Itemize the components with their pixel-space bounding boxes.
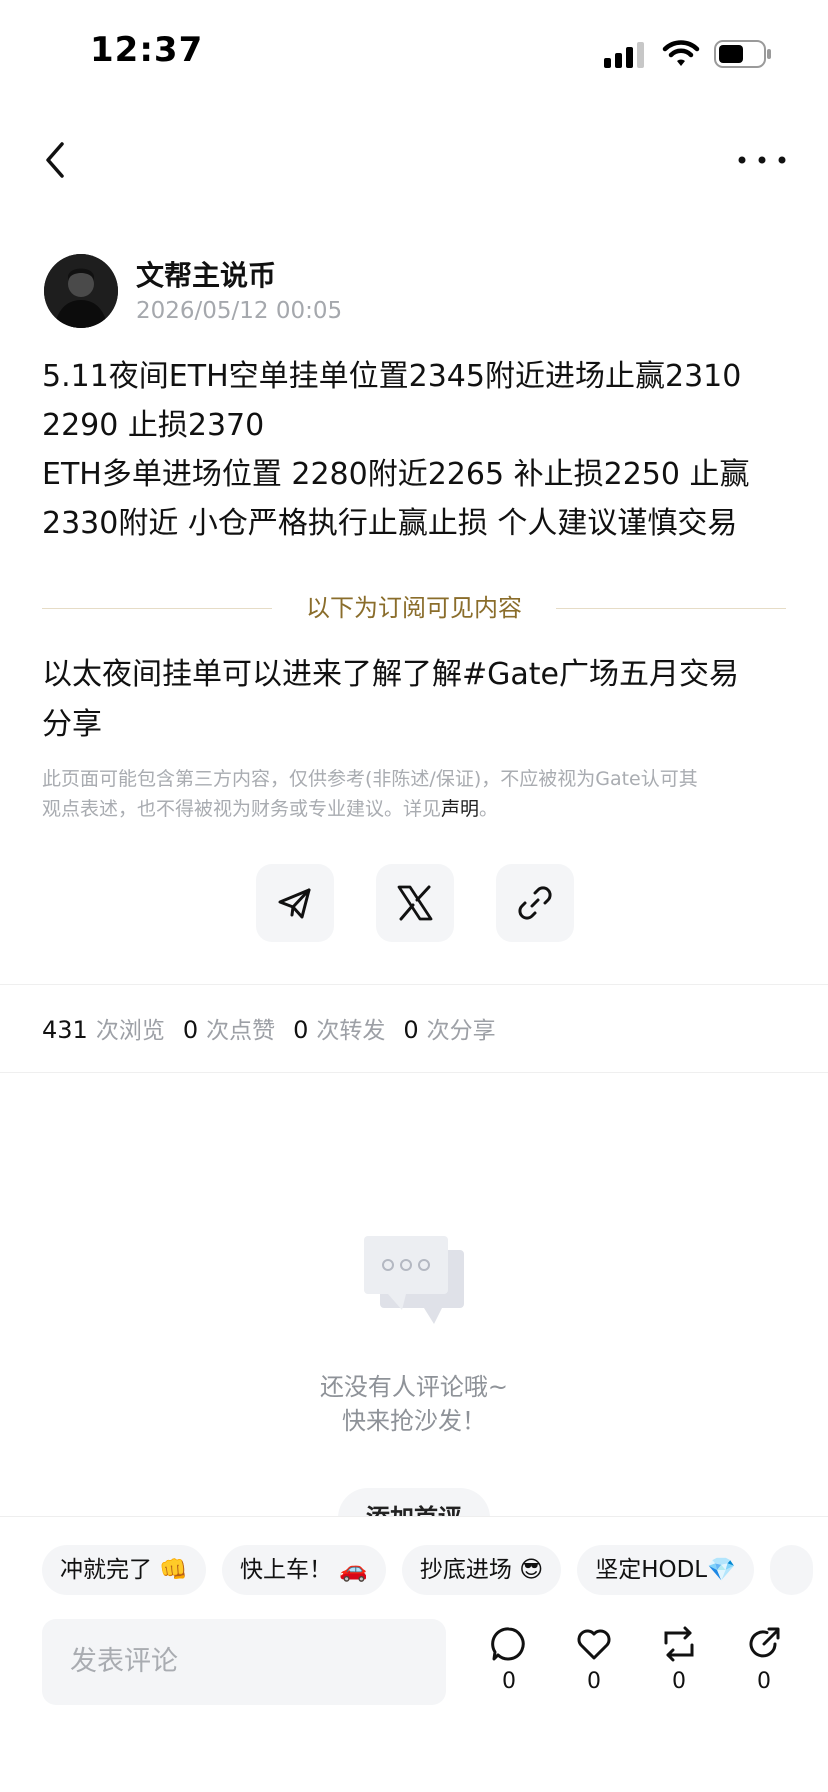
post-line: 2290 止损2370 [42, 408, 265, 443]
quick-reply-chip-more[interactable] [769, 1545, 814, 1595]
views-count: 431 [42, 1016, 88, 1044]
sub-content-line: 分享 [42, 707, 102, 742]
subscriber-content: 以太夜间挂单可以进来了解了解#Gate广场五月交易 分享 [42, 650, 792, 750]
share-count: 0 [757, 1669, 771, 1694]
empty-comments-line: 还没有人评论哦~ [319, 1373, 509, 1401]
author-name[interactable]: 文帮主说币 [136, 254, 276, 294]
avatar[interactable] [44, 254, 118, 328]
comment-action[interactable]: 0 [484, 1625, 534, 1705]
disclaimer: 此页面可能包含第三方内容，仅供参考(非陈述/保证)，不应被视为Gate认可其 观… [42, 764, 792, 824]
repost-icon [664, 1626, 694, 1662]
sub-content-line[interactable]: 以太夜间挂单可以进来了解了解#Gate广场五月交易 [42, 650, 792, 700]
heart-icon [577, 1629, 611, 1660]
x-icon [397, 885, 433, 921]
like-count: 0 [587, 1669, 601, 1694]
more-icon[interactable] [734, 136, 790, 184]
bottom-comment-bar: 冲就完了 👊 快上车！ 🚗 抄底进场 😎 坚定HODL💎 发表评论 0 0 0 0 [0, 1516, 828, 1792]
shares-count: 0 [403, 1016, 419, 1044]
quick-reply-chip[interactable]: 快上车！ 🚗 [221, 1545, 386, 1595]
share-row [256, 864, 574, 942]
likes-count: 0 [182, 1016, 199, 1044]
post-timestamp: 2026/05/12 00:05 [136, 298, 343, 324]
disclaimer-end: 。 [479, 798, 499, 820]
comment-input[interactable]: 发表评论 [42, 1619, 446, 1705]
copy-link-button[interactable] [496, 864, 574, 942]
quick-reply-chip[interactable]: 冲就完了 👊 [42, 1545, 206, 1595]
divider-line [556, 608, 786, 609]
like-action[interactable]: 0 [569, 1625, 619, 1705]
disclaimer-line: 此页面可能包含第三方内容，仅供参考(非陈述/保证)，不应被视为Gate认可其 [42, 768, 698, 790]
views-label: 次浏览 [95, 1018, 165, 1044]
avatar-image [44, 254, 118, 328]
share-action[interactable]: 0 [739, 1625, 789, 1705]
disclaimer-text: 观点表述，也不得被视为财务或专业建议。详见 [42, 798, 442, 820]
repost-count: 0 [672, 1669, 686, 1694]
status-time: 12:37 [90, 30, 204, 70]
comment-count: 0 [502, 1669, 516, 1694]
disclaimer-line-2: 观点表述，也不得被视为财务或专业建议。详见声明。 [42, 794, 792, 824]
back-icon[interactable] [36, 136, 76, 184]
reposts-label: 次转发 [316, 1018, 386, 1044]
quick-reply-chips: 冲就完了 👊 快上车！ 🚗 抄底进场 😎 坚定HODL💎 [42, 1545, 828, 1595]
quick-reply-chip[interactable]: 抄底进场 😎 [401, 1545, 562, 1595]
quick-reply-chip[interactable]: 坚定HODL💎 [577, 1545, 754, 1595]
battery-icon [714, 40, 771, 68]
repost-action[interactable]: 0 [654, 1625, 704, 1705]
x-share-button[interactable] [376, 864, 454, 942]
author-header: 文帮主说币 2026/05/12 00:05 [44, 252, 784, 332]
separator [0, 1072, 828, 1073]
telegram-share-button[interactable] [256, 864, 334, 942]
post-stats: 431 次浏览 0 次点赞 0 次转发 0 次分享 [42, 1010, 514, 1050]
likes-label: 次点赞 [206, 1018, 276, 1044]
reposts-count: 0 [293, 1016, 309, 1044]
link-icon [518, 886, 552, 920]
empty-comments-icon [364, 1236, 464, 1324]
post-content: 5.11夜间ETH空单挂单位置2345附近进场止赢2310 2290 止损237… [42, 352, 792, 548]
separator [0, 984, 828, 985]
post-line: 2330附近 小仓严格执行止赢止损 个人建议谨慎交易 [42, 506, 738, 541]
share-icon [749, 1627, 780, 1658]
empty-comments-message: 还没有人评论哦~ 快来抢沙发！ [0, 1370, 828, 1438]
post-line: ETH多单进场位置 2280附近2265 补止损2250 止赢 [42, 457, 750, 492]
shares-label: 次分享 [426, 1018, 496, 1044]
signal-icon [604, 42, 644, 68]
empty-comments-line: 快来抢沙发！ [342, 1407, 486, 1435]
comment-icon [491, 1627, 525, 1661]
disclaimer-link[interactable]: 声明 [441, 798, 479, 820]
post-line: 5.11夜间ETH空单挂单位置2345附近进场止赢2310 [42, 359, 742, 394]
nav-bar [0, 120, 828, 200]
status-bar: 12:37 [0, 0, 828, 110]
subscriber-divider: 以下为订阅可见内容 [42, 590, 786, 626]
wifi-icon [662, 40, 700, 66]
telegram-icon [278, 888, 311, 919]
